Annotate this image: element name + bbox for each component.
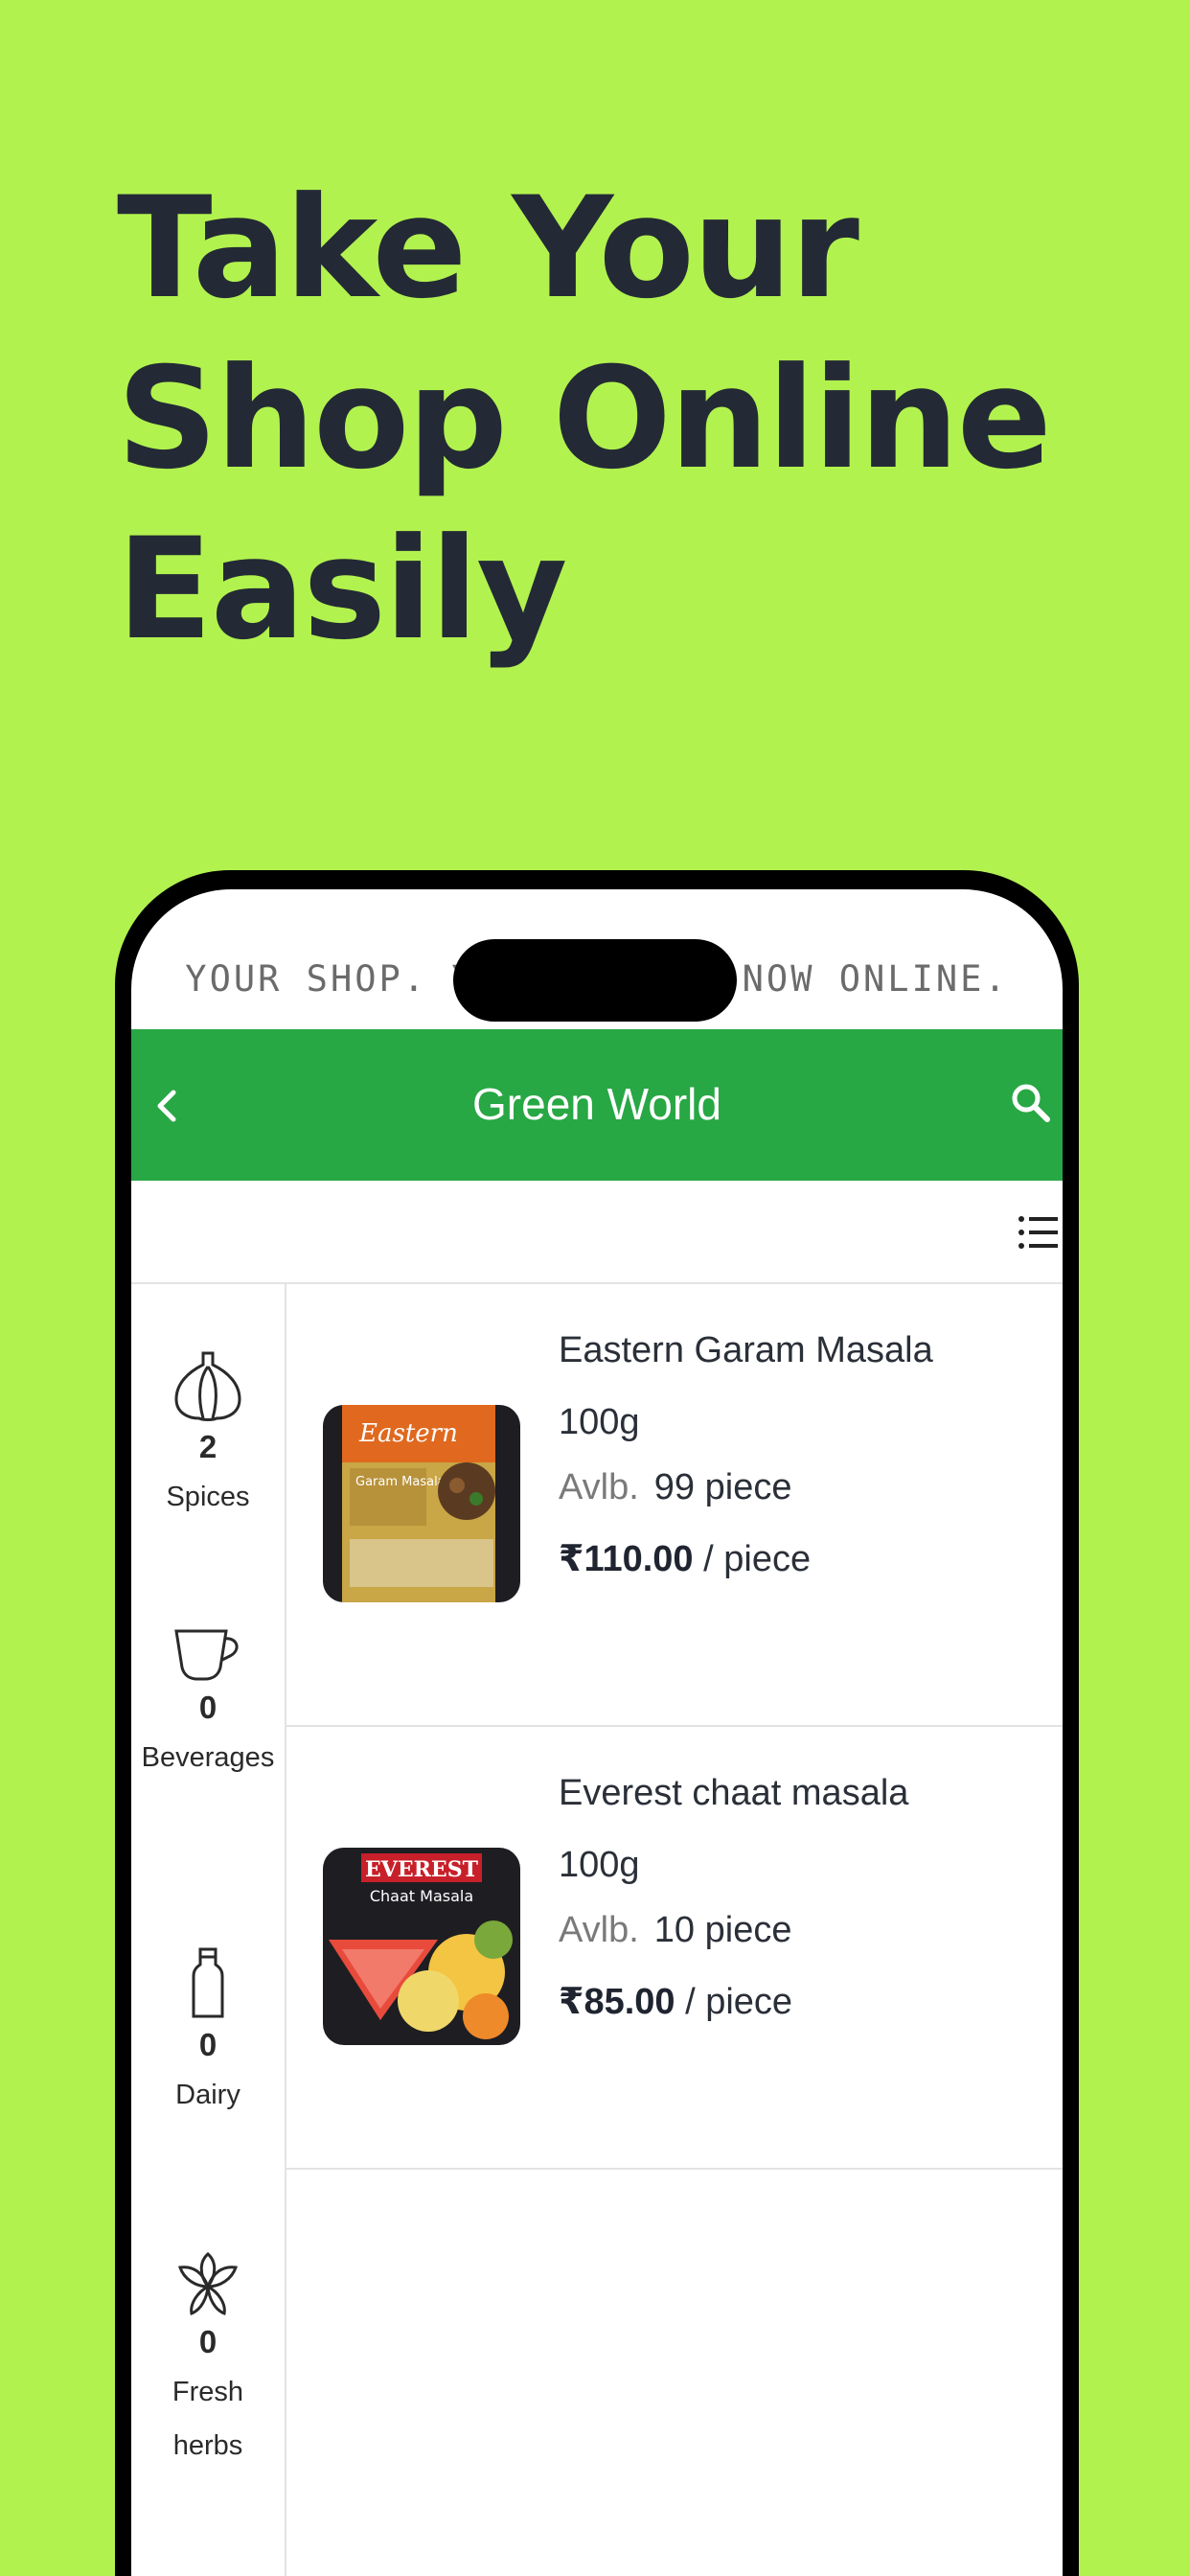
product-image-label: Chaat Masala [370,1887,473,1905]
category-name: Dairy [175,2080,240,2110]
avlb-label: Avlb. [559,1910,639,1950]
category-name: Beverages [141,1742,275,1773]
product-image: Eastern Garam Masala [323,1405,520,1602]
app-bar: Green World [131,1029,1063,1181]
category-beverages[interactable]: 0 Beverages [131,1625,285,1784]
avlb-label: Avlb. [559,1467,639,1507]
herb-leaf-icon [178,2251,238,2316]
app-title: Green World [472,1079,721,1129]
product-image-brand: Eastern [358,1419,458,1448]
phone-frame: YOUR SHOP. YOUR BRAND. NOW ONLINE. Green… [115,870,1079,2576]
category-count: 0 [198,1690,217,1725]
headline-line-3: Easily [117,508,567,671]
product-name: Eastern Garam Masala [559,1330,933,1370]
headline: Take Your Shop Online Easily [117,163,1075,675]
product-quantity: 100g [559,1845,640,1885]
product-price: ₹85.00 / piece [559,1978,908,2026]
product-stock: Avlb. 99 piece [559,1463,933,1511]
category-name: Fresh herbs [131,2365,285,2472]
product-image-label: Garam Masala [355,1475,446,1489]
garlic-icon [174,1351,241,1421]
product-info: Eastern Garam Masala 100g Avlb. 99 piece … [559,1326,933,1583]
product-card[interactable]: Eastern Garam Masala Eastern Garam Masal… [286,1284,1063,1727]
product-image: EVEREST Chaat Masala [323,1848,520,2045]
list-view-icon[interactable] [1017,1213,1059,1252]
product-image-brand: EVEREST [365,1857,479,1882]
view-toolbar [131,1181,1063,1284]
category-count: 2 [198,1429,217,1464]
phone-screen: YOUR SHOP. YOUR BRAND. NOW ONLINE. Green… [131,889,1063,2576]
price-unit: / piece [685,1982,793,2022]
product-stock: Avlb. 10 piece [559,1906,908,1954]
stock-value: 99 piece [653,1467,792,1507]
price-amount: ₹85.00 [559,1982,675,2022]
headline-line-2: Shop Online [117,337,1052,500]
price-amount: ₹110.00 [559,1539,694,1579]
category-name-line-1: Fresh [172,2377,244,2407]
category-name-line-2: herbs [172,2430,243,2461]
category-count: 0 [198,2027,217,2062]
price-unit: / piece [703,1539,812,1579]
category-sidebar: 2 Spices 0 Beverages 0 Dairy 0 Fresh her… [131,1284,286,2576]
dynamic-island [453,939,737,1022]
milk-bottle-icon [192,1947,224,2018]
product-quantity: 100g [559,1402,640,1442]
category-fresh-herbs[interactable]: 0 Fresh herbs [131,2250,285,2472]
product-price: ₹110.00 / piece [559,1535,933,1583]
category-name: Spices [166,1482,250,1512]
stock-value: 10 piece [653,1910,792,1950]
teacup-icon [174,1629,239,1681]
headline-line-1: Take Your [117,167,859,330]
product-card[interactable]: EVEREST Chaat Masala Everest chaat masal… [286,1727,1063,2170]
search-icon[interactable] [1005,1077,1059,1131]
category-dairy[interactable]: 0 Dairy [131,1947,285,2122]
product-list: Eastern Garam Masala Eastern Garam Masal… [286,1284,1063,2170]
category-spices[interactable]: 2 Spices [131,1349,285,1524]
product-info: Everest chaat masala 100g Avlb. 10 piece … [559,1769,908,2026]
product-name: Everest chaat masala [559,1773,909,1813]
category-count: 0 [198,2324,217,2359]
